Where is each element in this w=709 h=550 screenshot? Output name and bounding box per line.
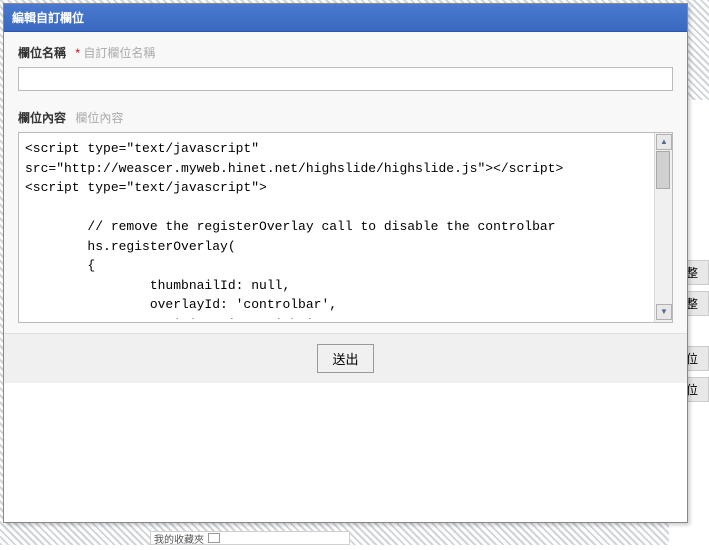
scrollbar[interactable]: ▲ ▼: [654, 133, 672, 322]
field-name-input[interactable]: [18, 67, 673, 91]
scroll-up-icon[interactable]: ▲: [656, 134, 672, 150]
field-content-label: 欄位內容: [18, 109, 66, 126]
submit-button[interactable]: 送出: [317, 344, 373, 373]
field-name-label: 欄位名稱: [18, 44, 66, 61]
textarea-wrap: ▲ ▼: [18, 132, 673, 323]
field-name-hint: 自訂欄位名稱: [83, 46, 155, 60]
modal-body: 欄位名稱 * 自訂欄位名稱 欄位內容 欄位內容 ▲ ▼ 送出: [4, 32, 687, 383]
scroll-down-icon[interactable]: ▼: [656, 304, 672, 320]
required-marker: *: [75, 46, 80, 60]
background-bottom-bar: 我的收藏夾: [150, 531, 350, 545]
field-content-hint: 欄位內容: [75, 111, 123, 125]
submit-row: 送出: [4, 333, 687, 383]
scroll-thumb[interactable]: [656, 151, 670, 189]
field-content-textarea[interactable]: [19, 133, 652, 319]
bottom-text: 我的收藏夾: [154, 531, 204, 546]
field-content-row: 欄位內容 欄位內容 ▲ ▼: [18, 109, 673, 323]
edit-custom-field-modal: 編輯自訂欄位 欄位名稱 * 自訂欄位名稱 欄位內容 欄位內容 ▲ ▼ 送出: [3, 3, 688, 523]
favorites-icon: [208, 533, 220, 543]
modal-title: 編輯自訂欄位: [4, 4, 687, 32]
field-name-row: 欄位名稱 * 自訂欄位名稱: [18, 44, 673, 101]
